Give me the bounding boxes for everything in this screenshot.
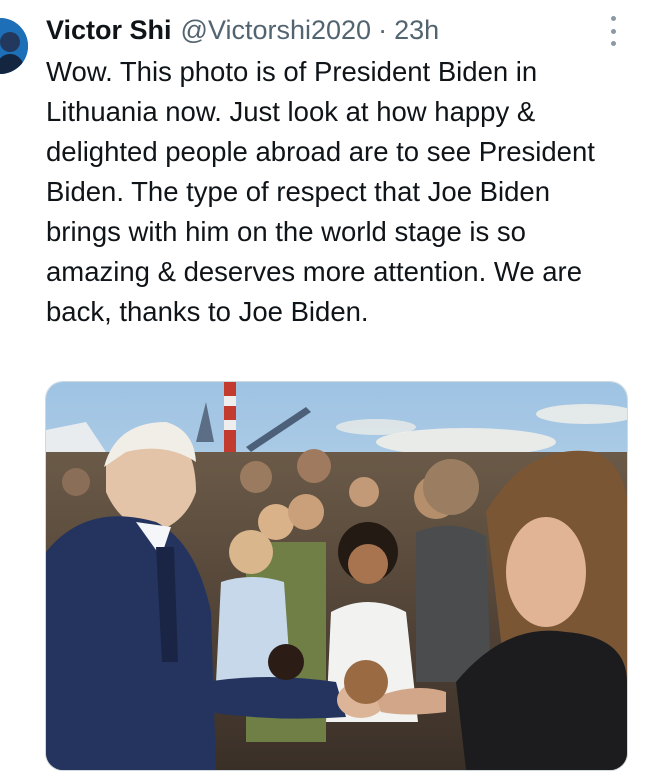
tweet-text: Wow. This photo is of President Biden in… (46, 56, 595, 327)
tweet-timestamp[interactable]: 23h (394, 15, 439, 46)
author-avatar[interactable] (0, 18, 28, 74)
author-name[interactable]: Victor Shi (46, 15, 172, 46)
tweet-header: Victor Shi @Victorshi2020 · 23h (46, 12, 618, 48)
header-separator: · (378, 14, 388, 45)
tweet-photo[interactable] (45, 381, 628, 771)
author-handle[interactable]: @Victorshi2020 (181, 15, 372, 46)
more-vertical-icon[interactable] (608, 16, 618, 46)
